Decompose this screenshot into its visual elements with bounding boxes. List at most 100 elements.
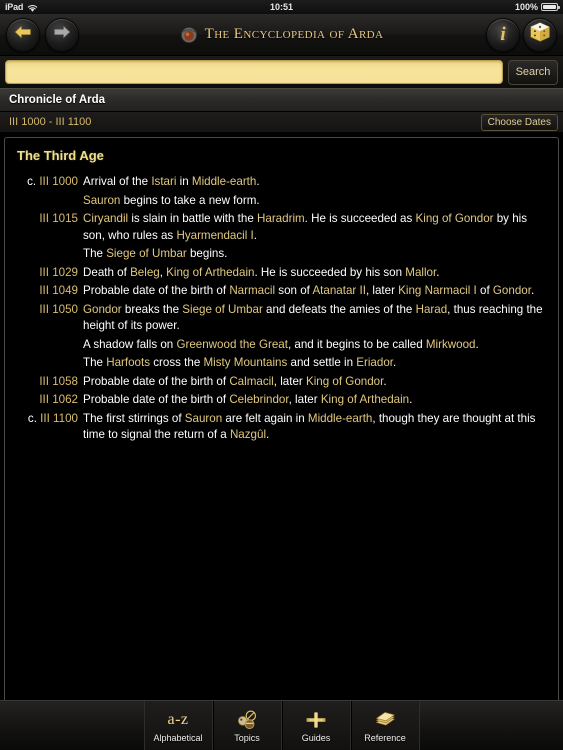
age-heading: The Third Age [17, 148, 104, 163]
info-icon: i [500, 24, 506, 45]
entry-text: Sauron begins to take a new form. [83, 193, 260, 207]
back-arrow-icon [14, 25, 32, 44]
chronicle-entry: III 1058 Probable date of the birth of Ca… [17, 374, 546, 391]
entry-date: c. III 1100 [27, 411, 78, 425]
chronicle-entry: The Harfoots cross the Misty Mountains a… [17, 355, 546, 372]
entry-link[interactable]: Istari [151, 175, 176, 188]
entry-link[interactable]: Siege of Umbar [106, 247, 187, 260]
entry-date [17, 337, 83, 354]
chronicle-title: Chronicle of Arda [9, 94, 106, 106]
entry-link[interactable]: Sauron [185, 412, 222, 425]
date-range-bar: III 1000 - III 1100 Choose Dates [0, 112, 563, 133]
a-z-icon: a-z [167, 709, 188, 731]
info-button[interactable]: i [486, 17, 520, 52]
entry-date [17, 246, 83, 263]
chronicle-entry: c. III 1000 Arrival of the Istari in Midd… [17, 174, 546, 191]
random-entry-button[interactable] [523, 17, 557, 52]
chronicle-entry: III 1050 Gondor breaks the Siege of Umbar… [17, 302, 546, 335]
page-title: The Encyclopedia of Arda [204, 26, 384, 42]
entry-text: Probable date of the birth of Celebrindo… [83, 393, 413, 406]
entry-link[interactable]: Sauron [83, 194, 120, 207]
chronicle-entry: A shadow falls on Greenwood the Great, a… [17, 337, 546, 354]
tab-reference[interactable]: Reference [350, 701, 420, 750]
entry-link[interactable]: Mirkwood [426, 338, 476, 351]
entry-date: III 1029 [39, 265, 78, 279]
tab-label-alphabetical: Alphabetical [153, 732, 203, 743]
sword-guides-icon [305, 709, 327, 731]
entry-date: III 1058 [39, 374, 78, 388]
entry-link[interactable]: Gondor [83, 303, 122, 316]
entry-date: III 1050 [39, 302, 78, 316]
entry-link[interactable]: Narmacil [229, 284, 275, 297]
entry-link[interactable]: King Narmacil I [398, 284, 477, 297]
choose-dates-button[interactable]: Choose Dates [480, 113, 558, 131]
entry-date: III 1062 [39, 393, 78, 406]
entry-text: The Harfoots cross the Misty Mountains a… [83, 356, 397, 369]
chronicle-entry: c. III 1100 The first stirrings of Sauron… [17, 411, 546, 444]
entry-link[interactable]: Hyarmendacil I [176, 229, 253, 242]
tab-guides[interactable]: Guides [281, 701, 351, 750]
entry-date [17, 355, 83, 372]
entry-link[interactable]: Middle-earth [308, 412, 372, 425]
entry-link[interactable]: Mallor [405, 266, 436, 279]
back-button[interactable] [6, 17, 40, 52]
chronicle-entry-list: c. III 1000 Arrival of the Istari in Midd… [17, 174, 546, 444]
entry-link[interactable]: King of Arthedain [321, 393, 409, 406]
entry-link[interactable]: Gondor [493, 284, 531, 297]
search-input[interactable] [5, 60, 503, 84]
entry-link[interactable]: King of Gondor [416, 212, 494, 225]
arda-crest-icon [180, 26, 198, 44]
entry-link[interactable]: Harfoots [106, 356, 150, 369]
entry-text: Death of Beleg, King of Arthedain. He is… [83, 265, 440, 279]
entry-link[interactable]: Celebrindor [229, 393, 288, 406]
search-button[interactable]: Search [508, 59, 558, 85]
status-bar-clock: 10:51 [269, 2, 294, 12]
chronicle-entry: The Siege of Umbar begins. [17, 246, 546, 263]
tab-label-reference: Reference [364, 732, 406, 743]
entry-date: III 1015 [39, 212, 78, 225]
chronicle-entry: III 1062 Probable date of the birth of Ce… [17, 392, 546, 409]
tab-alphabetical[interactable]: a-z Alphabetical [143, 701, 213, 750]
entry-link[interactable]: Harad [416, 303, 448, 316]
forward-button[interactable] [45, 17, 79, 52]
entry-link[interactable]: Nazgûl [230, 428, 266, 441]
entry-link[interactable]: King of Gondor [306, 375, 383, 388]
entry-link[interactable]: Calmacil [229, 375, 273, 388]
app-navigation-bar: The Encyclopedia of Arda i [0, 14, 563, 56]
entry-link[interactable]: Greenwood the Great [176, 338, 288, 351]
entry-text: A shadow falls on Greenwood the Great, a… [83, 337, 479, 351]
entry-text: Gondor breaks the Siege of Umbar and def… [83, 302, 543, 333]
entry-date: c. III 1000 [27, 175, 78, 188]
entry-link[interactable]: King of Arthedain [166, 266, 254, 279]
date-range-label: III 1000 - III 1100 [9, 116, 92, 128]
chronicle-entry: III 1049 Probable date of the birth of Na… [17, 283, 546, 300]
ios-status-bar: iPad 10:51 100% [0, 0, 563, 14]
entry-link[interactable]: Middle-earth [192, 175, 256, 188]
search-bar: Search [0, 56, 563, 88]
entry-text: Probable date of the birth of Narmacil s… [83, 284, 535, 297]
chronicle-entry: III 1015 Ciryandil is slain in battle wit… [17, 211, 546, 244]
bottom-tab-bar: a-z Alphabetical Topics Guides Reference [0, 700, 563, 750]
entry-link[interactable]: Atanatar II [312, 284, 366, 297]
chronicle-entry: Sauron begins to take a new form. [17, 193, 546, 210]
entry-link[interactable]: Haradrim [257, 212, 305, 225]
tab-label-guides: Guides [301, 732, 331, 743]
entry-link[interactable]: Beleg [130, 266, 160, 279]
navbar-right-actions: i [486, 17, 557, 52]
a-z-glyph: a-z [167, 710, 189, 728]
books-reference-icon [374, 709, 396, 731]
tab-topics[interactable]: Topics [212, 701, 282, 750]
tab-label-topics: Topics [234, 732, 260, 743]
entry-link[interactable]: Ciryandil [83, 212, 128, 225]
entry-text: Probable date of the birth of Calmacil, … [83, 374, 387, 388]
entry-text: The first stirrings of Sauron are felt a… [83, 411, 536, 442]
entry-link[interactable]: Siege of Umbar [182, 303, 263, 316]
battery-icon [541, 3, 560, 11]
topics-circles-icon [236, 709, 258, 731]
entry-text: The Siege of Umbar begins. [83, 247, 228, 260]
chronicle-entry: III 1029 Death of Beleg, King of Arthedai… [17, 265, 546, 282]
forward-arrow-icon [53, 25, 71, 44]
chronicle-content-panel[interactable]: The Third Age c. III 1000 Arrival of the … [4, 137, 559, 750]
entry-link[interactable]: Misty Mountains [204, 356, 288, 369]
entry-link[interactable]: Eriador [356, 356, 393, 369]
